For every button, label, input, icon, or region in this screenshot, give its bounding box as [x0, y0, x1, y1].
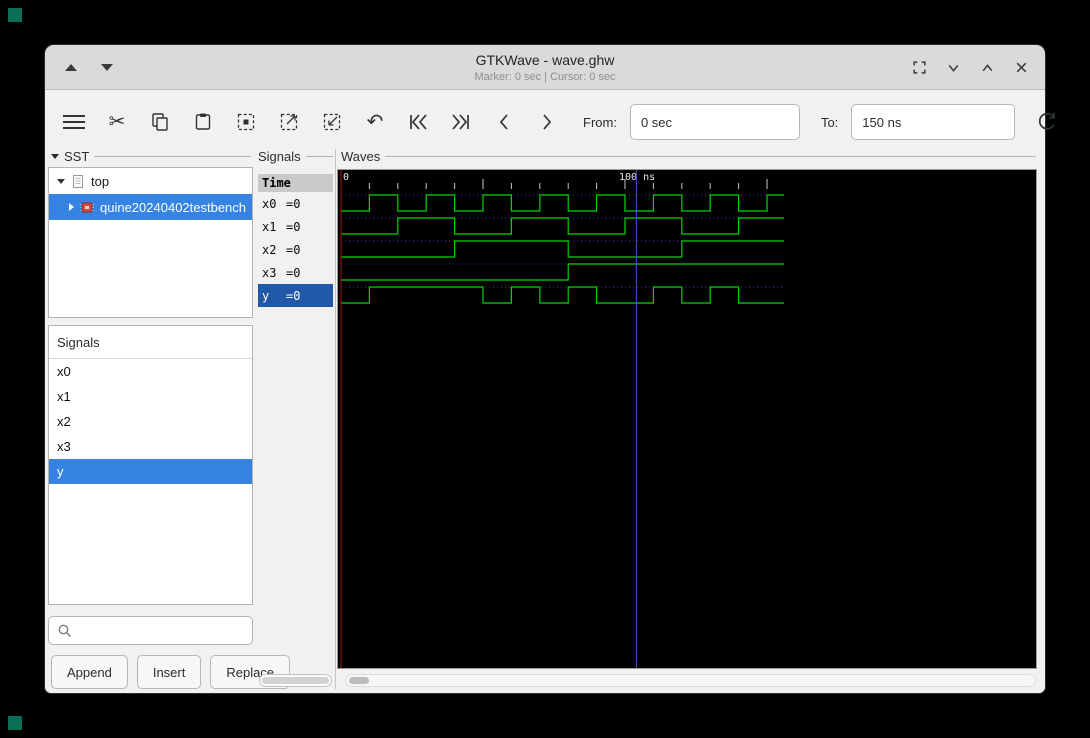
- chevron-left-icon: [499, 114, 508, 130]
- names-hscrollbar[interactable]: [259, 674, 332, 687]
- zoom-fit-button[interactable]: [231, 107, 261, 137]
- sst-frame-label: SST: [51, 149, 251, 164]
- signals-list-item[interactable]: x1: [49, 384, 252, 409]
- seek-start-button[interactable]: [403, 107, 433, 137]
- prev-edge-button[interactable]: [489, 107, 519, 137]
- from-label: From:: [583, 114, 617, 130]
- sst-collapse-icon[interactable]: [51, 154, 59, 159]
- close-button[interactable]: [1014, 60, 1029, 75]
- paste-icon: [195, 113, 211, 130]
- next-edge-button[interactable]: [532, 107, 562, 137]
- undo-button[interactable]: ↶: [360, 107, 390, 137]
- expander-down-icon: [57, 178, 65, 184]
- module-doc-icon: [73, 174, 83, 188]
- window-title-group: GTKWave - wave.ghw Marker: 0 sec | Curso…: [474, 52, 615, 83]
- waveform-plot: 0 100 ns: [340, 170, 785, 668]
- zoom-in-icon: [280, 113, 298, 131]
- signal-name-row[interactable]: x2 =0: [258, 238, 333, 261]
- tree-item-label: quine20240402testbench: [100, 199, 247, 215]
- from-time-input[interactable]: [629, 104, 800, 140]
- tree-item-testbench[interactable]: quine20240402testbench: [49, 194, 252, 220]
- gtkwave-window: GTKWave - wave.ghw Marker: 0 sec | Curso…: [45, 45, 1056, 693]
- to-time-input[interactable]: [851, 104, 1016, 140]
- maximize-button[interactable]: [980, 60, 995, 75]
- window-title: GTKWave - wave.ghw: [475, 52, 615, 68]
- paste-button[interactable]: [188, 107, 218, 137]
- sst-tree: top quine20240402testbench: [48, 167, 253, 318]
- waves-frame-label: Waves: [341, 149, 1036, 164]
- close-icon: [1016, 62, 1027, 72]
- marker-cursor-status: Marker: 0 sec | Cursor: 0 sec: [474, 71, 616, 83]
- pane-collapse-down-button[interactable]: [101, 63, 113, 71]
- svg-text:0: 0: [343, 172, 349, 183]
- append-button[interactable]: Append: [51, 655, 128, 689]
- titlebar-left-controls: [65, 45, 113, 89]
- scissors-icon: ✂: [108, 111, 126, 133]
- tree-item-label: top: [91, 173, 110, 189]
- signal-name-column: x0 =0 x1 =0 x2 =0 x3 =0 y =0: [258, 192, 333, 307]
- zoom-out-icon: [323, 113, 341, 131]
- minimize-button[interactable]: [946, 60, 961, 75]
- signals-list-panel: Signals x0 x1 x2 x3 y: [48, 325, 253, 605]
- seek-end-button[interactable]: [446, 107, 476, 137]
- sst-label-text: SST: [64, 149, 90, 164]
- signal-name-row[interactable]: x3 =0: [258, 261, 333, 284]
- svg-text:100 ns: 100 ns: [619, 172, 655, 183]
- desktop-artifact: [8, 8, 22, 22]
- signals-list-title: Signals: [49, 326, 252, 359]
- reload-icon: [1039, 112, 1056, 130]
- to-label: To:: [820, 114, 839, 130]
- cut-button[interactable]: ✂: [102, 107, 132, 137]
- skip-to-end-icon: [452, 114, 469, 130]
- copy-icon: [152, 113, 168, 131]
- signal-search-box: [48, 616, 253, 645]
- wave-canvas[interactable]: 0 100 ns: [337, 169, 1037, 669]
- expander-right-icon: [69, 203, 74, 211]
- waves-hscrollbar[interactable]: [345, 674, 1036, 687]
- pane-collapse-up-button[interactable]: [65, 63, 77, 71]
- scrollbar-thumb[interactable]: [262, 677, 329, 684]
- hamburger-menu-icon: [63, 115, 85, 129]
- signal-name-row[interactable]: x1 =0: [258, 215, 333, 238]
- toolbar: ✂ ↶ From: 0 sec To: 150 ns: [45, 91, 1056, 153]
- insert-button[interactable]: Insert: [136, 655, 202, 689]
- scrollbar-thumb[interactable]: [349, 677, 369, 684]
- zoom-fit-icon: [237, 113, 255, 131]
- zoom-in-button[interactable]: [274, 107, 304, 137]
- pane-splitter[interactable]: [335, 149, 336, 689]
- fullscreen-button[interactable]: [912, 60, 927, 75]
- signal-column-label: Signals: [258, 149, 333, 164]
- search-input[interactable]: [78, 622, 244, 639]
- signals-list-item[interactable]: x0: [49, 359, 252, 384]
- reload-button[interactable]: [1032, 107, 1062, 137]
- fullscreen-icon: [913, 60, 926, 74]
- chevron-right-icon: [543, 114, 552, 130]
- zoom-out-button[interactable]: [317, 107, 347, 137]
- skip-to-start-icon: [410, 114, 427, 130]
- desktop: GTKWave - wave.ghw Marker: 0 sec | Curso…: [0, 0, 1090, 738]
- undo-icon: ↶: [366, 111, 384, 133]
- copy-button[interactable]: [145, 107, 175, 137]
- signal-action-buttons: Append Insert Replace: [51, 655, 291, 689]
- titlebar: GTKWave - wave.ghw Marker: 0 sec | Curso…: [45, 45, 1045, 90]
- menu-button[interactable]: [59, 107, 89, 137]
- signal-name-row-selected[interactable]: y =0: [258, 284, 333, 307]
- tree-item-top[interactable]: top: [49, 168, 252, 194]
- signal-name-row[interactable]: x0 =0: [258, 192, 333, 215]
- chevron-down-icon: [948, 64, 959, 72]
- search-icon: [58, 624, 71, 637]
- titlebar-right-controls: [912, 45, 1029, 89]
- signals-list-item-selected[interactable]: y: [49, 459, 252, 484]
- desktop-artifact: [8, 716, 22, 730]
- testbench-chip-icon: [80, 202, 94, 213]
- signals-list-item[interactable]: x3: [49, 434, 252, 459]
- signals-list-item[interactable]: x2: [49, 409, 252, 434]
- time-column-header: Time: [258, 174, 333, 192]
- chevron-up-icon: [982, 63, 993, 71]
